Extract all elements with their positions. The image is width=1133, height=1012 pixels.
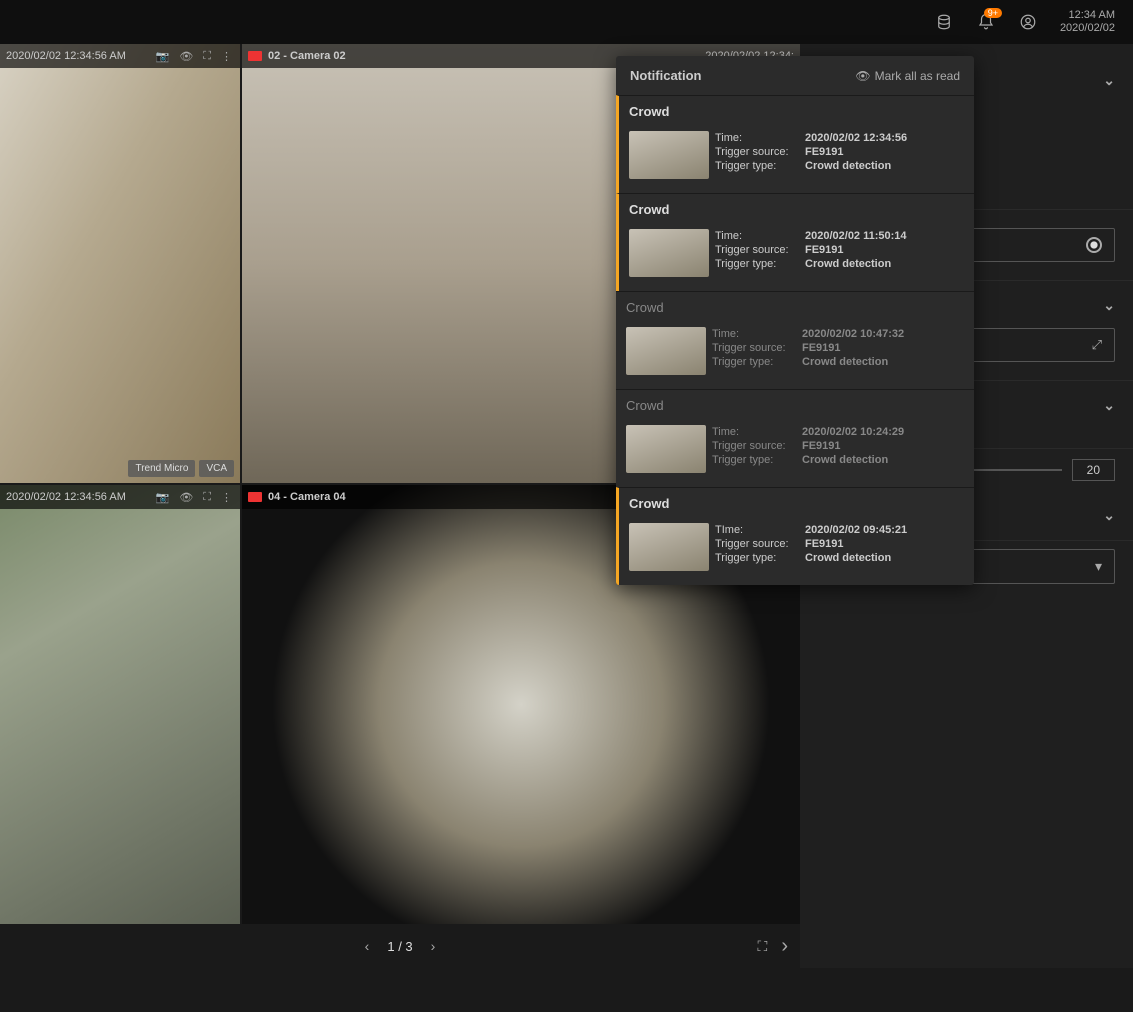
page-current: 1 [387, 939, 394, 954]
notif-thumbnail [626, 327, 706, 375]
tag-trend-micro[interactable]: Trend Micro [128, 460, 195, 477]
notification-item[interactable]: Crowd Time:2020/02/02 12:34:56Trigger sou… [616, 95, 974, 193]
topbar: 12:34 AM 2020/02/02 [0, 0, 1133, 44]
notification-item[interactable]: Crowd TIme:2020/02/02 09:45:21Trigger sou… [616, 487, 974, 585]
camera-tile-1[interactable]: 2020/02/02 12:34:56 AM 📷 👁 ⛶ ⋮ Trend Mic… [0, 44, 240, 483]
dropdown-icon: ▾ [1095, 558, 1102, 575]
rec-icon [248, 492, 262, 502]
more-icon[interactable]: ⋮ [219, 50, 234, 63]
more-icon[interactable]: ⋮ [219, 491, 234, 504]
notif-details: Time:2020/02/02 12:34:56Trigger source:F… [715, 131, 964, 179]
next-page[interactable]: › [431, 938, 436, 954]
notif-type: Crowd [629, 496, 964, 511]
database-icon[interactable] [934, 12, 954, 32]
eye-icon[interactable]: 👁 [177, 491, 195, 504]
tile-title: 04 - Camera 04 [268, 491, 346, 503]
camera-tile-3[interactable]: 2020/02/02 12:34:56 AM 📷 👁 ⛶ ⋮ [0, 485, 240, 924]
notification-title: Notification [630, 68, 702, 83]
page-total: 3 [405, 939, 412, 954]
tile-header: 2020/02/02 12:34:56 AM 📷 👁 ⛶ ⋮ [0, 44, 240, 68]
notif-thumbnail [629, 229, 709, 277]
video-feed [0, 485, 240, 924]
fullscreen-icon[interactable]: ⛶ [201, 491, 213, 504]
tag-vca[interactable]: VCA [199, 460, 234, 477]
notif-thumbnail [626, 425, 706, 473]
notif-type: Crowd [626, 398, 964, 413]
fullscreen-icon[interactable]: ⛶ [201, 50, 213, 63]
notif-thumbnail [629, 523, 709, 571]
prev-page[interactable]: ‹ [365, 938, 370, 954]
clock-date: 2020/02/02 [1060, 22, 1115, 35]
notif-details: TIme:2020/02/02 09:45:21Trigger source:F… [715, 523, 964, 571]
notif-details: Time:2020/02/02 10:47:32Trigger source:F… [712, 327, 964, 375]
chevron-down-icon[interactable]: ⌄ [1103, 507, 1115, 524]
clock: 12:34 AM 2020/02/02 [1060, 9, 1115, 35]
rec-icon [248, 51, 262, 61]
tile-tags: Trend Micro VCA [128, 460, 234, 477]
snapshot-icon[interactable]: 📷 [154, 491, 172, 504]
notif-type: Crowd [629, 202, 964, 217]
collapse-panel-icon[interactable]: › [781, 935, 788, 958]
notif-details: Time:2020/02/02 11:50:14Trigger source:F… [715, 229, 964, 277]
notif-type: Crowd [626, 300, 964, 315]
chevron-down-icon[interactable]: ⌄ [1103, 397, 1115, 414]
mark-all-read[interactable]: 👁 Mark all as read [855, 69, 960, 83]
user-icon[interactable] [1018, 12, 1038, 32]
tile-title: 02 - Camera 02 [268, 50, 346, 62]
notification-panel: Notification 👁 Mark all as read Crowd Tim… [616, 56, 974, 585]
expand-icon[interactable]: ⛶ [758, 938, 768, 955]
notif-details: Time:2020/02/02 10:24:29Trigger source:F… [712, 425, 964, 473]
tile-timestamp: 2020/02/02 12:34:56 AM [6, 491, 126, 503]
chevron-down-icon[interactable]: ⌄ [1103, 72, 1115, 89]
notif-thumbnail [629, 131, 709, 179]
chevron-down-icon[interactable]: ⌄ [1103, 297, 1115, 314]
notif-type: Crowd [629, 104, 964, 119]
tile-timestamp: 2020/02/02 12:34:56 AM [6, 50, 126, 62]
snapshot-icon[interactable]: 📷 [154, 50, 172, 63]
bell-icon[interactable] [976, 12, 996, 32]
video-feed [0, 44, 240, 483]
pager: ‹ 1 / 3 › ⛶ › [0, 924, 800, 968]
eye-icon: 👁 [855, 69, 870, 83]
notification-item[interactable]: Crowd Time:2020/02/02 10:24:29Trigger sou… [616, 389, 974, 487]
volume-value: 20 [1072, 459, 1115, 481]
notification-item[interactable]: Crowd Time:2020/02/02 10:47:32Trigger sou… [616, 291, 974, 389]
notification-item[interactable]: Crowd Time:2020/02/02 11:50:14Trigger sou… [616, 193, 974, 291]
eye-icon[interactable]: 👁 [177, 50, 195, 63]
tile-header: 2020/02/02 12:34:56 AM 📷 👁 ⛶ ⋮ [0, 485, 240, 509]
clock-time: 12:34 AM [1060, 9, 1115, 22]
